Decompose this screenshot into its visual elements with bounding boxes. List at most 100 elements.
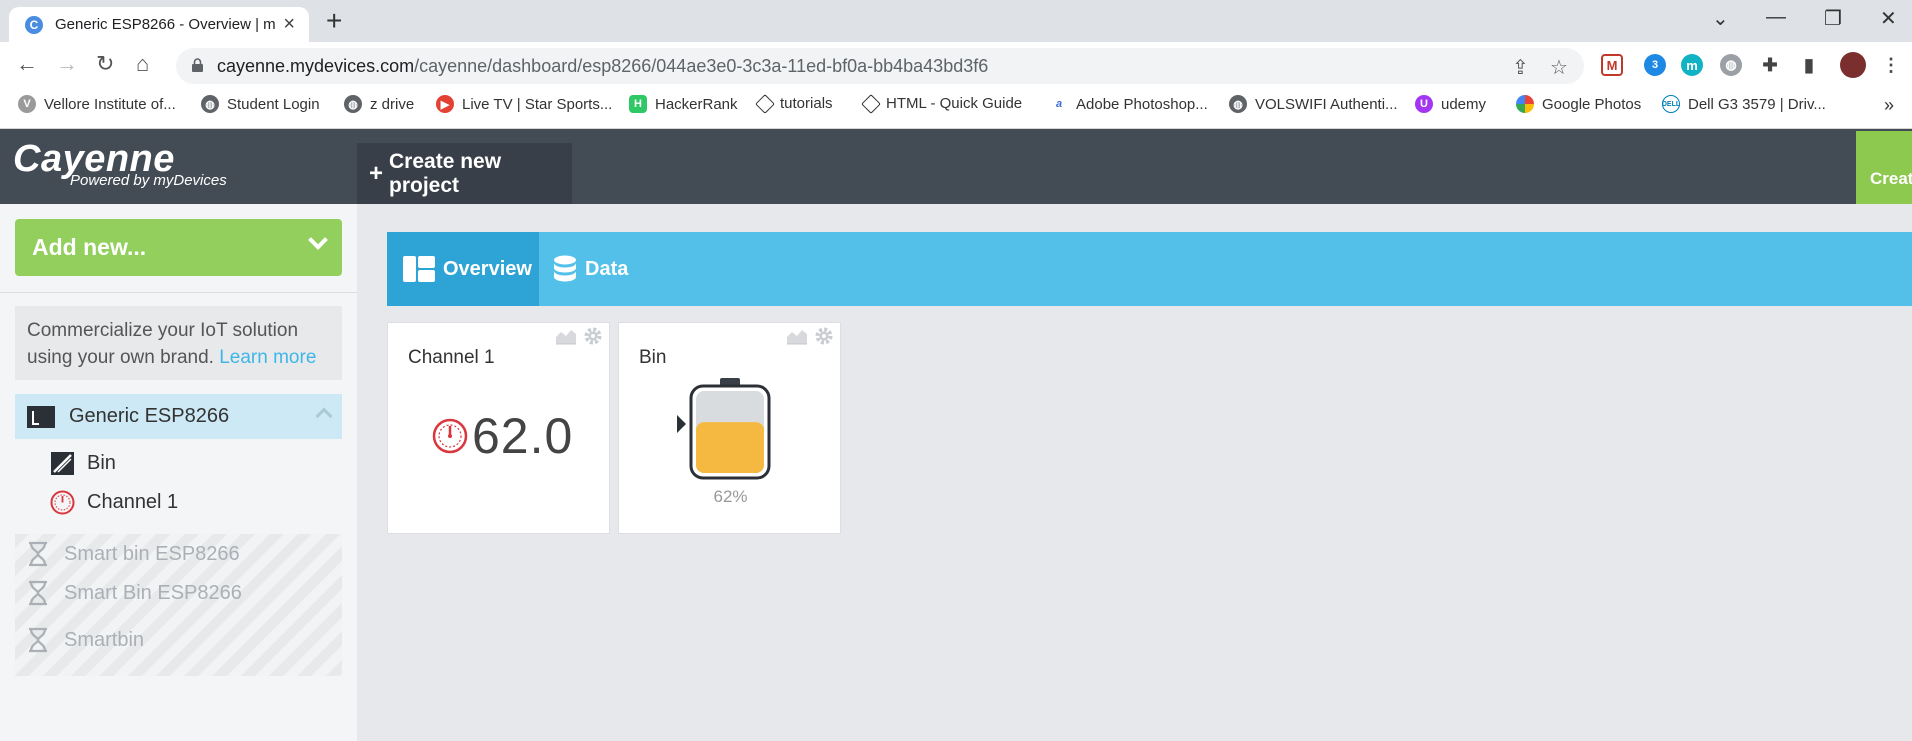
- profile-avatar[interactable]: [1840, 52, 1866, 78]
- plus-icon: +: [369, 159, 384, 187]
- google-photos-icon: [1516, 95, 1534, 113]
- back-button[interactable]: ←: [16, 52, 38, 76]
- globe-icon: ◍: [1229, 95, 1247, 113]
- tutorials-icon: [861, 93, 881, 114]
- divider: [0, 292, 357, 293]
- level-marker-icon: [677, 415, 686, 433]
- close-window-button[interactable]: ✕: [1880, 6, 1897, 31]
- bookmark-label: Vellore Institute of...: [44, 95, 176, 113]
- new-tab-button[interactable]: +: [326, 7, 342, 35]
- globe-icon: ◍: [344, 95, 362, 113]
- widget-channel-1[interactable]: Channel 1 62.0: [387, 322, 610, 534]
- sidebar-item-bin[interactable]: Bin: [50, 443, 116, 483]
- hourglass-icon: [29, 541, 47, 567]
- gear-icon[interactable]: [814, 326, 834, 346]
- bookmark-item[interactable]: HTML - Quick Guide: [861, 93, 1022, 114]
- bookmarks-overflow-button[interactable]: »: [1884, 95, 1894, 116]
- bookmark-label: Live TV | Star Sports...: [462, 95, 613, 113]
- bookmark-item[interactable]: ◍ Student Login: [201, 95, 320, 113]
- gear-icon[interactable]: [583, 326, 603, 346]
- browser-titlebar: C Generic ESP8266 - Overview | my × + ⌄ …: [0, 0, 1912, 42]
- bookmark-item[interactable]: a Adobe Photoshop...: [1050, 95, 1208, 113]
- bookmark-item[interactable]: tutorials: [755, 93, 833, 114]
- chevron-up-icon[interactable]: [315, 407, 333, 425]
- minimize-button[interactable]: —: [1766, 6, 1786, 29]
- sidebar: Add new... Commercialize your IoT soluti…: [0, 204, 357, 741]
- url-text: cayenne.mydevices.com/cayenne/dashboard/…: [217, 56, 988, 77]
- bookmark-label: VOLSWIFI Authenti...: [1255, 95, 1398, 113]
- restore-button[interactable]: ❐: [1824, 6, 1842, 31]
- bookmark-item[interactable]: Google Photos: [1516, 95, 1641, 113]
- bookmark-item[interactable]: Uudemy: [1415, 95, 1486, 113]
- side-panel-icon[interactable]: ▮: [1798, 54, 1820, 76]
- dashboard-tabs: Overview Data: [387, 232, 1912, 306]
- extensions-puzzle-icon[interactable]: ✚: [1759, 54, 1781, 76]
- chart-icon[interactable]: [555, 327, 577, 345]
- pending-devices: Smart bin ESP8266 Smart Bin ESP8266 Smar…: [15, 534, 342, 676]
- lock-icon: [192, 58, 203, 72]
- sidebar-item-label: Bin: [87, 451, 116, 474]
- bookmark-item[interactable]: H HackerRank: [629, 95, 738, 113]
- tab-overview[interactable]: Overview: [387, 232, 539, 306]
- sidebar-item-pending[interactable]: Smart Bin ESP8266: [27, 573, 242, 613]
- home-icon[interactable]: ⌂: [136, 52, 149, 76]
- sidebar-item-label: Channel 1: [87, 490, 179, 513]
- gauge-icon: [50, 490, 75, 514]
- device-generic-esp8266[interactable]: Generic ESP8266: [15, 394, 342, 439]
- tab-close-icon[interactable]: ×: [283, 14, 295, 34]
- adobe-icon: a: [1050, 95, 1068, 113]
- chart-icon[interactable]: [786, 327, 808, 345]
- forward-button[interactable]: →: [56, 52, 78, 76]
- dell-icon: DELL: [1662, 95, 1680, 113]
- sidebar-item-channel-1[interactable]: Channel 1: [50, 482, 178, 522]
- browser-toolbar: ← → ↻ ⌂ cayenne.mydevices.com/cayenne/da…: [0, 42, 1912, 89]
- tab-label: Data: [585, 257, 629, 280]
- extension-m-icon[interactable]: m: [1681, 54, 1703, 76]
- bookmark-label: tutorials: [780, 95, 833, 112]
- create-project-label: Create new project: [389, 149, 502, 197]
- battery-slash-icon: [51, 451, 74, 475]
- tab-search-icon[interactable]: ⌄: [1712, 6, 1729, 31]
- bookmark-item[interactable]: ◍ VOLSWIFI Authenti...: [1229, 95, 1398, 113]
- device-label: Generic ESP8266: [69, 405, 230, 427]
- battery-level-icon: [689, 378, 771, 480]
- url-host: cayenne.mydevices.com: [217, 56, 415, 76]
- create-new-project-button[interactable]: + Create new project: [357, 143, 572, 204]
- cayenne-favicon-icon: C: [25, 15, 43, 34]
- extension-globe-icon[interactable]: ◍: [1720, 54, 1742, 76]
- reload-button[interactable]: ↻: [96, 52, 114, 76]
- bookmark-label: z drive: [370, 95, 415, 113]
- bookmark-item[interactable]: ▶ Live TV | Star Sports...: [436, 95, 612, 113]
- learn-more-link[interactable]: Learn more: [219, 347, 316, 368]
- create-button-label: Creat: [1870, 169, 1912, 188]
- menu-kebab-icon[interactable]: ⋮: [1880, 54, 1902, 76]
- udemy-icon: U: [1415, 95, 1433, 113]
- chevron-down-icon: [308, 230, 328, 250]
- dashboard-grid-icon: [403, 256, 435, 282]
- bookmark-label: HackerRank: [655, 95, 738, 113]
- bookmark-label: Google Photos: [1542, 95, 1642, 113]
- add-new-button[interactable]: Add new...: [15, 219, 342, 276]
- sidebar-item-pending[interactable]: Smart bin ESP8266: [27, 534, 240, 574]
- cayenne-logo[interactable]: Cayenne Powered by myDevices: [13, 138, 227, 189]
- url-path: /cayenne/dashboard/esp8266/044ae3e0-3c3a…: [414, 56, 989, 76]
- bookmark-item[interactable]: ◍ z drive: [344, 95, 414, 113]
- extension-badge-icon[interactable]: 3: [1644, 54, 1666, 76]
- bookmark-item[interactable]: DELL Dell G3 3579 | Driv...: [1662, 95, 1826, 113]
- extension-shield-icon[interactable]: M: [1601, 54, 1623, 76]
- promo-box: Commercialize your IoT solution using yo…: [15, 306, 342, 380]
- widget-bin[interactable]: Bin 62%: [618, 322, 841, 534]
- tab-data[interactable]: Data: [553, 232, 628, 306]
- browser-tab[interactable]: C Generic ESP8266 - Overview | my ×: [9, 7, 309, 42]
- widget-title: Bin: [639, 347, 667, 368]
- tutorials-icon: [755, 93, 775, 114]
- create-button[interactable]: Creat: [1856, 131, 1912, 204]
- sidebar-item-pending[interactable]: Smartbin: [27, 620, 144, 660]
- bookmark-star-icon[interactable]: ☆: [1550, 55, 1568, 80]
- device-board-icon: [27, 405, 55, 428]
- extension-badge-count: 3: [1651, 59, 1659, 71]
- share-icon[interactable]: ⇪: [1512, 55, 1529, 80]
- bookmark-item[interactable]: V Vellore Institute of...: [18, 95, 176, 113]
- database-icon: [554, 255, 576, 282]
- address-bar[interactable]: cayenne.mydevices.com/cayenne/dashboard/…: [176, 48, 1584, 84]
